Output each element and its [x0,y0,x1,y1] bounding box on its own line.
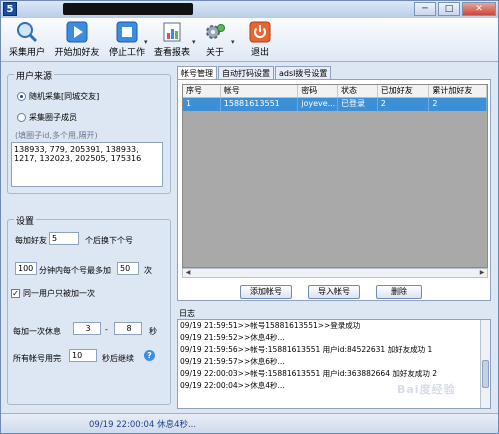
collect-users-button[interactable]: 采集用户 [7,20,47,58]
user-source-title: 用户来源 [14,69,55,82]
circle-id-hint: (填圈子id,多个用,隔开) [15,131,98,140]
log-line: 09/19 21:59:51>>帐号15881613551>>登录成功 [180,321,361,330]
gear-icon [202,20,228,44]
watermark-logo: Bai度经验 [397,383,456,396]
table-row[interactable]: 1 15881613551 joyeve... 已登录 2 2 [183,98,487,111]
rest-min-input[interactable]: 3 [73,322,101,335]
main-window: 5 ─ □ ✕ 采集用户 开始加好友 停止工作 ▾ 查看报表 ▾ 关于 ▾ 退出… [0,0,499,434]
log-line: 09/19 21:59:56>>帐号:15881613551 用户id:8452… [180,345,433,354]
app-icon: 5 [3,2,17,16]
start-add-friends-label: 开始加好友 [54,48,100,58]
tab-account-management[interactable]: 帐号管理 [177,66,217,80]
scroll-right-icon[interactable]: ▶ [477,269,487,277]
cell-password: joyeve... [298,98,338,111]
circle-collect-option[interactable]: 采集圈子成员 [17,112,77,123]
log-vertical-scrollbar[interactable] [480,320,490,408]
scroll-left-icon[interactable]: ◀ [183,269,193,277]
random-collect-radio[interactable] [17,92,26,101]
rest-prefix: 每加一次休息 [13,327,61,336]
max-add-input[interactable]: 50 [117,262,139,275]
view-report-dropdown-icon[interactable]: ▾ [192,38,196,46]
tab-adsl-dialup[interactable]: adsl拨号设置 [275,66,332,79]
accounts-table[interactable]: 序号 帐号 密码 状态 已加好友 累计加好友 1 15881613551 joy… [182,84,488,268]
same-user-checkbox[interactable]: ✓ [11,289,20,298]
settings-group: 设置 [7,214,171,405]
col-status[interactable]: 状态 [337,85,378,98]
log-scroll-thumb[interactable] [482,360,489,388]
minutes-input[interactable]: 100 [15,262,37,275]
about-label: 关于 [205,48,224,58]
times-unit: 次 [144,266,152,275]
stop-work-dropdown-icon[interactable]: ▾ [144,38,148,46]
redacted-title [63,3,193,15]
play-icon [64,20,90,44]
view-report-label: 查看报表 [153,48,190,58]
circle-collect-radio[interactable] [17,113,26,122]
col-index[interactable]: 序号 [183,85,221,98]
toolbar: 采集用户 开始加好友 停止工作 ▾ 查看报表 ▾ 关于 ▾ 退出 [1,18,498,62]
col-account[interactable]: 帐号 [220,85,299,98]
circle-collect-label: 采集圈子成员 [29,113,77,122]
status-bar: 09/19 22:00:04 休息4秒... [1,413,498,433]
same-user-option[interactable]: ✓ 同一用户只被加一次 [11,288,95,299]
random-collect-label: 随机采集[同城交友] [29,92,100,101]
about-button[interactable]: 关于 [199,20,231,58]
col-total-added[interactable]: 累计加好友 [429,85,487,98]
col-password[interactable]: 密码 [298,85,338,98]
maximize-button[interactable]: □ [438,2,460,16]
magnifier-icon [14,20,40,44]
settings-title: 设置 [14,214,37,227]
tab-auto-captcha[interactable]: 自动打码设置 [218,66,274,79]
account-tab-panel: 序号 帐号 密码 状态 已加好友 累计加好友 1 15881613551 joy… [177,79,491,301]
add-count-input[interactable]: 5 [49,232,79,245]
exit-button[interactable]: 退出 [245,20,275,58]
help-icon[interactable]: ? [144,350,155,361]
log-line: 09/19 22:00:03>>帐号:15881613551 用户id:3638… [180,369,438,378]
power-icon [247,20,273,44]
table-horizontal-scrollbar[interactable]: ◀ ▶ [182,268,488,278]
status-text: 09/19 22:00:04 休息4秒... [89,420,197,430]
all-done-prefix: 所有帐号用完 [13,354,61,363]
circle-ids-input[interactable]: 138933, 779, 205391, 138933, 1217, 13202… [11,142,163,187]
title-bar[interactable]: 5 ─ □ ✕ [1,1,498,18]
tab-strip: 帐号管理 自动打码设置 adsl拨号设置 [177,66,332,80]
view-report-button[interactable]: 查看报表 [151,20,193,58]
delete-button[interactable]: 删除 [376,285,422,299]
add-count-suffix: 个后换下个号 [85,236,133,245]
stop-work-button[interactable]: 停止工作 [107,20,147,58]
start-add-friends-button[interactable]: 开始加好友 [53,20,101,58]
rest-dash: - [105,325,108,334]
cell-status: 已登录 [337,98,378,111]
about-dropdown-icon[interactable]: ▾ [231,38,235,46]
rest-max-input[interactable]: 8 [114,322,142,335]
close-button[interactable]: ✕ [462,2,496,16]
report-icon [159,20,185,44]
cell-added: 2 [377,98,430,111]
stop-work-label: 停止工作 [108,48,145,58]
import-account-button[interactable]: 导入帐号 [308,285,360,299]
col-added[interactable]: 已加好友 [377,85,430,98]
table-header: 序号 帐号 密码 状态 已加好友 累计加好友 [183,85,487,98]
cell-account: 15881613551 [220,98,299,111]
log-line: 09/19 21:59:57>>休息6秒... [180,357,285,366]
collect-users-label: 采集用户 [8,48,45,58]
rest-unit: 秒 [149,327,157,336]
stop-icon [114,20,140,44]
minutes-label: 分钟内每个号最多加 [39,266,111,275]
cell-total-added: 2 [429,98,487,111]
add-count-prefix: 每加好友 [15,236,47,245]
cell-index: 1 [183,98,221,111]
all-done-suffix: 秒后继续 [102,354,134,363]
random-collect-option[interactable]: 随机采集[同城交友] [17,91,99,102]
log-line: 09/19 21:59:52>>休息4秒... [180,333,285,342]
same-user-label: 同一用户只被加一次 [23,289,95,298]
minimize-button[interactable]: ─ [414,2,436,16]
exit-label: 退出 [250,48,269,58]
add-account-button[interactable]: 添加帐号 [240,285,292,299]
all-done-input[interactable]: 10 [69,349,97,362]
log-title: 日志 [179,309,195,318]
